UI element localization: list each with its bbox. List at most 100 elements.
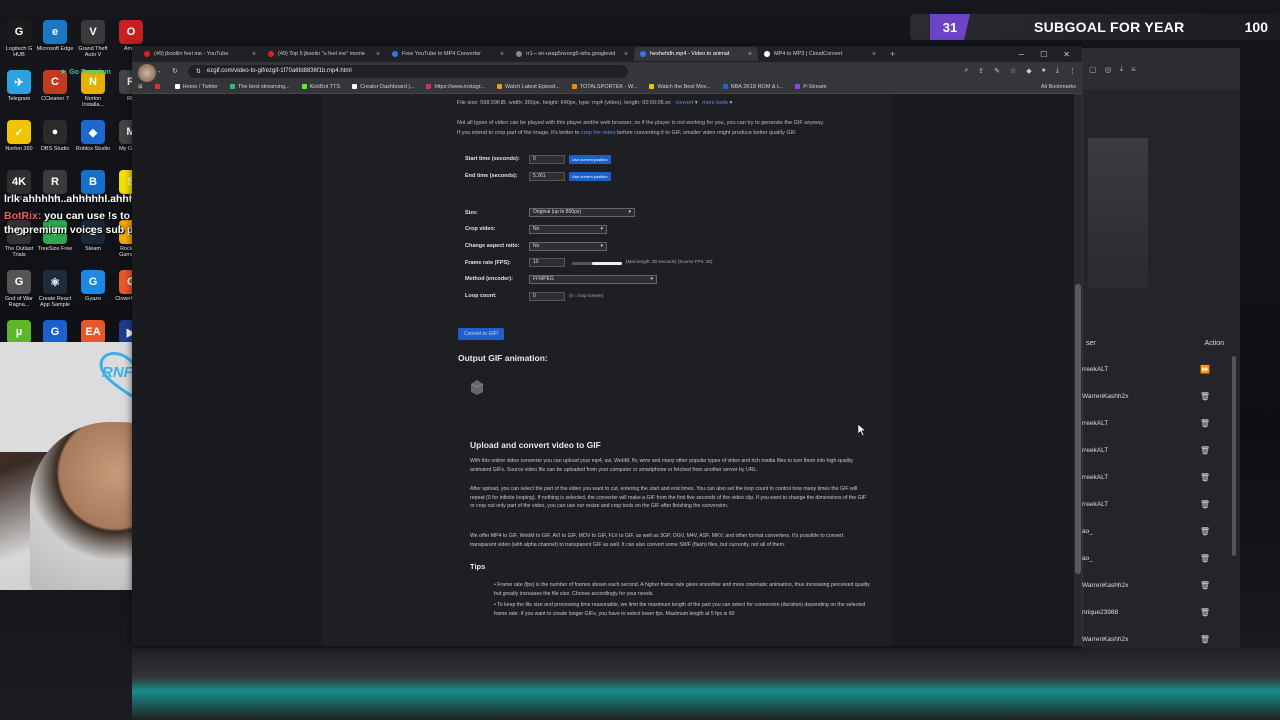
end-time-input[interactable]: 5.261 [529,172,565,181]
tab-close-icon[interactable]: × [376,51,380,58]
more-tools-link[interactable]: more tools [702,100,728,106]
trash-icon[interactable]: 🗑 [1200,473,1210,482]
user-table-row[interactable]: rreekALT 🗑 [1082,491,1232,518]
user-table-scrollbar[interactable] [1232,356,1236,556]
crop-select[interactable]: No ▾ [529,225,607,234]
download-icon[interactable]: ⤓ [1056,67,1059,75]
extension-icon[interactable]: ◎ [1105,65,1112,74]
convert-menu-link[interactable]: convert [675,100,693,106]
browser-tab[interactable]: (49) Top 5 jboolin "u feel me" mome × [262,47,386,61]
bookmark-item[interactable]: TOTALSPORTEK - W... [571,84,637,90]
fps-input[interactable]: 10 [529,258,565,267]
browser-tab[interactable]: heshehdh.mp4 - Video to animat × [634,47,758,61]
user-table-row[interactable]: rreekALT 🗑 [1082,437,1232,464]
desktop-icon[interactable]: V Grand Theft Auto V [74,20,112,58]
trash-icon[interactable]: 🗑 [1200,581,1210,590]
user-table-row[interactable]: ao_ 🗑 [1082,545,1232,572]
menu-icon[interactable]: ⋮ [1069,67,1076,75]
browser-tab[interactable]: Free YouTube to MP4 Converter × [386,47,510,61]
maximize-icon[interactable]: ☐ [1040,50,1047,59]
browser-tab[interactable]: (49) jbooliin feel me - YouTube × [138,47,262,61]
new-tab-button[interactable]: + [890,49,895,59]
desktop-icon[interactable]: G God of War Ragna... [0,270,38,308]
search-icon[interactable]: ⌕ [964,67,968,75]
user-table-row[interactable]: rreekALT 🗑 [1082,464,1232,491]
avatar[interactable] [138,64,156,82]
app-icon: ✈ [7,70,31,94]
trash-icon[interactable]: 🗑 [1200,635,1210,644]
share-icon[interactable]: ⇪ [978,67,984,75]
desktop-icon[interactable]: G Logitech G HUB [0,20,38,58]
method-select[interactable]: FFMPEG ▾ [529,275,657,284]
tab-close-icon[interactable]: × [500,51,504,58]
user-table-row[interactable]: WarrenKashh2x 🗑 [1082,626,1232,653]
bookmark-item[interactable]: https://www.instagr... [426,84,485,90]
bookmark-item[interactable]: Creator Dashboard |... [352,84,414,90]
user-table-row[interactable]: WarrenKashh2x 🗑 [1082,572,1232,599]
desktop-icon[interactable]: G Gyazo [74,270,112,302]
trash-icon[interactable]: 🗑 [1200,608,1210,617]
trash-icon[interactable]: 🗑 [1200,419,1210,428]
bookmark-item[interactable]: The best streaming... [229,84,290,90]
desktop-icon[interactable]: ✈ Telegram [0,70,38,102]
browser-tab[interactable]: MP4 to MP3 | CloudConvert × [758,47,882,61]
user-table-row[interactable]: nrique23988 🗑 [1082,599,1232,626]
all-bookmarks-button[interactable]: All Bookmarks [1041,84,1076,90]
forward-icon[interactable]: → [155,68,162,75]
crop-video-link[interactable]: crop the video [581,130,616,136]
site-info-icon[interactable]: ⇅ [196,68,201,75]
desktop-icon[interactable]: ● OBS Studio [36,120,74,152]
user-table-row[interactable]: rreekALT 🗑 [1082,410,1232,437]
trash-icon[interactable]: 🗑 [1200,527,1210,536]
desktop-icon[interactable]: ◆ Roblox Studio [74,120,112,152]
extension-icon[interactable]: ● [1042,67,1046,75]
desktop-icon[interactable]: ✓ Norton 360 [0,120,38,152]
tab-close-icon[interactable]: × [252,51,256,58]
bookmark-star-icon[interactable]: ☆ [1010,67,1016,75]
extension-icon[interactable]: ◆ [1026,67,1031,75]
size-select[interactable]: Original (up to 800px) ▾ [529,208,635,217]
bookmark-item[interactable]: Watch the Best Mov... [649,84,711,90]
apps-grid-icon[interactable]: ⊞ [138,84,143,90]
close-icon[interactable]: ✕ [1063,50,1070,59]
tab-close-icon[interactable]: × [624,51,628,58]
page-scrollbar[interactable] [1074,94,1082,646]
trash-icon[interactable]: 🗑 [1200,554,1210,563]
user-table-row[interactable]: WarrenKashh2x 🗑 [1082,383,1232,410]
start-use-position-button[interactable]: Use current position [569,155,611,164]
go-premium-button[interactable]: ★ Go Premium [60,68,111,77]
bookmark-item[interactable]: P-Stream [795,84,826,90]
tab-close-icon[interactable]: × [872,51,876,58]
tab-icon[interactable]: ▢ [1089,65,1097,74]
browser-tab[interactable]: rr1---sn-uxap5nvoxg5-ishs.googlevid × [510,47,634,61]
trash-icon[interactable]: 🗑 [1200,500,1210,509]
url-field[interactable]: ⇅ ezgif.com/video-to-gif/ezgif-1f70a6fd8… [187,64,628,78]
bookmark-item[interactable]: KickBot TTS [301,84,340,90]
loop-count-input[interactable]: 0 [529,292,565,301]
user-table-row[interactable]: ao_ 🗑 [1082,518,1232,545]
tab-close-icon[interactable]: × [748,51,752,58]
desktop-icon-label: Steam [85,246,101,252]
fps-slider[interactable] [572,262,622,265]
start-time-input[interactable]: 0 [529,155,565,164]
desktop-icon[interactable]: ⚛ Create React App Sample [36,270,74,308]
desktop-icon-label: Telegram [7,96,31,102]
aspect-ratio-select[interactable]: No ▾ [529,242,607,251]
bookmark-item[interactable]: Home / Twitter [174,84,218,90]
download-icon[interactable]: ⤓ [1120,64,1124,74]
bookmark-item[interactable] [154,84,163,90]
desktop-icon[interactable]: e Microsoft Edge [36,20,74,52]
skip-icon[interactable]: ⏩ [1200,365,1210,374]
trash-icon[interactable]: 🗑 [1200,446,1210,455]
menu-icon[interactable]: ≡ [1131,65,1136,74]
end-use-position-button[interactable]: Use current position [569,172,611,181]
scrollbar-thumb[interactable] [1075,284,1081,574]
reload-icon[interactable]: ↻ [172,67,178,75]
minimize-icon[interactable]: ─ [1018,50,1024,59]
bookmark-item[interactable]: Watch Latest Episod... [496,84,560,90]
trash-icon[interactable]: 🗑 [1200,392,1210,401]
convert-to-gif-button[interactable]: Convert to GIF! [458,328,505,340]
edit-icon[interactable]: ✎ [994,67,1000,75]
bookmark-item[interactable]: NBA 2K18 ROM & t... [722,84,783,90]
user-table-row[interactable]: rreekALT ⏩ [1082,356,1232,383]
